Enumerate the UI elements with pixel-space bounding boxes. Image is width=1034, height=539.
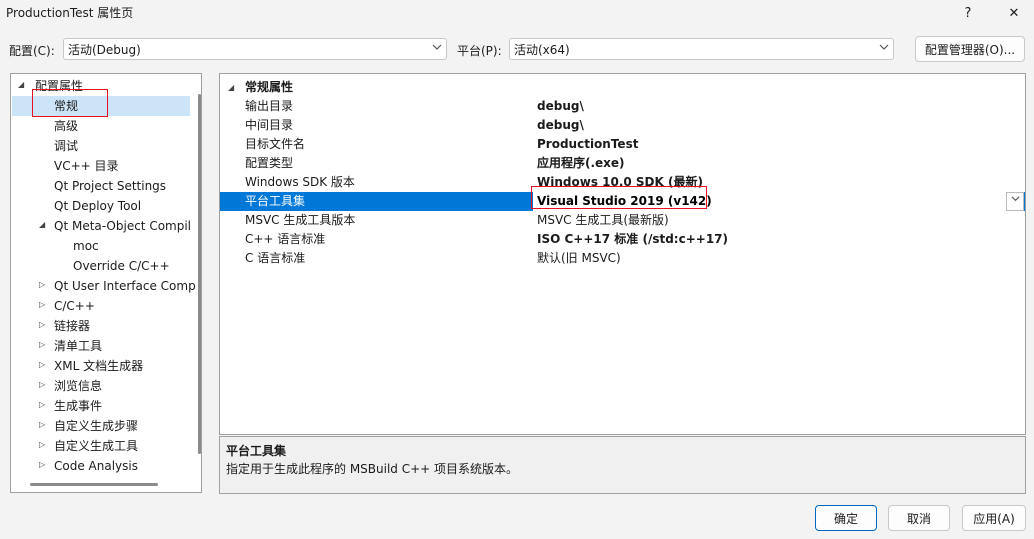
ok-button[interactable]: 确定	[815, 505, 877, 531]
tree-item-debugging[interactable]: 调试	[54, 136, 78, 156]
config-manager-button[interactable]: 配置管理器(O)...	[915, 36, 1025, 62]
section-title: 常规属性	[245, 80, 294, 94]
tree-item-c-cpp[interactable]: C/C++	[54, 296, 95, 316]
collapse-icon[interactable]: ▷	[39, 320, 45, 329]
platform-combobox[interactable]: 活动(x64)	[509, 38, 894, 60]
tree-item-vc-directories[interactable]: VC++ 目录	[54, 156, 119, 176]
property-value: MSVC 生成工具(最新版)	[537, 213, 669, 227]
config-value: 活动(Debug)	[68, 42, 141, 57]
property-name: 输出目录	[245, 99, 294, 113]
expand-icon[interactable]: ◢	[18, 80, 24, 89]
close-icon: ✕	[1008, 5, 1020, 21]
property-tree[interactable]: ◢ 配置属性 常规 高级 调试 VC++ 目录 Qt Project Setti…	[10, 73, 202, 493]
highlight-box-general	[32, 89, 108, 117]
platform-value: 活动(x64)	[514, 42, 570, 57]
property-value: ProductionTest	[537, 137, 639, 151]
tree-item-build-events[interactable]: 生成事件	[54, 396, 102, 416]
property-name: C++ 语言标准	[245, 232, 326, 246]
property-name: MSVC 生成工具版本	[245, 213, 356, 227]
property-value: ISO C++17 标准 (/std:c++17)	[537, 232, 728, 246]
property-name: Windows SDK 版本	[245, 175, 355, 189]
help-button[interactable]: ?	[948, 0, 988, 26]
tree-item-xml-doc-generator[interactable]: XML 文档生成器	[54, 356, 143, 376]
tree-item-qt-meta-object-compiler[interactable]: Qt Meta-Object Compil	[54, 216, 191, 236]
property-name: 配置类型	[245, 156, 294, 170]
tree-vertical-scrollbar[interactable]	[198, 94, 201, 454]
description-title: 平台工具集	[226, 444, 287, 458]
property-row[interactable]: MSVC 生成工具版本 MSVC 生成工具(最新版)	[220, 211, 1025, 230]
collapse-icon[interactable]: ▷	[39, 300, 45, 309]
window-title: ProductionTest 属性页	[6, 6, 134, 20]
collapse-icon[interactable]: ▷	[39, 440, 45, 449]
property-value: debug\	[537, 118, 584, 132]
expand-icon[interactable]: ◢	[228, 78, 234, 97]
tree-item-manifest-tool[interactable]: 清单工具	[54, 336, 102, 356]
config-label: 配置(C):	[9, 44, 55, 58]
property-name: 平台工具集	[245, 194, 306, 208]
property-grid[interactable]: ◢ 常规属性 输出目录 debug\ 中间目录 debug\ 目标文件名 Pro…	[219, 73, 1026, 435]
tree-item-moc[interactable]: moc	[73, 236, 99, 256]
property-value: 默认(旧 MSVC)	[537, 251, 621, 265]
collapse-icon[interactable]: ▷	[39, 380, 45, 389]
dropdown-button[interactable]	[1006, 192, 1024, 211]
cancel-button[interactable]: 取消	[888, 505, 950, 531]
tree-item-code-analysis[interactable]: Code Analysis	[54, 456, 138, 476]
property-name: 中间目录	[245, 118, 294, 132]
tree-horizontal-scrollbar[interactable]	[30, 483, 158, 486]
tree-item-advanced[interactable]: 高级	[54, 116, 78, 136]
expand-icon[interactable]: ◢	[39, 220, 45, 229]
tree-item-linker[interactable]: 链接器	[54, 316, 90, 336]
tree-item-override-cpp[interactable]: Override C/C++	[73, 256, 170, 276]
description-panel: 平台工具集 指定用于生成此程序的 MSBuild C++ 项目系统版本。	[219, 436, 1026, 494]
chevron-down-icon	[1011, 196, 1019, 202]
collapse-icon[interactable]: ▷	[39, 420, 45, 429]
highlight-box-toolset	[531, 186, 707, 209]
chevron-down-icon	[432, 42, 442, 55]
tree-item-custom-build-step[interactable]: 自定义生成步骤	[54, 416, 138, 436]
collapse-icon[interactable]: ▷	[39, 360, 45, 369]
property-row[interactable]: 中间目录 debug\	[220, 116, 1025, 135]
tree-item-qt-project-settings[interactable]: Qt Project Settings	[54, 176, 166, 196]
tree-item-qt-deploy-tool[interactable]: Qt Deploy Tool	[54, 196, 141, 216]
property-name: 目标文件名	[245, 137, 306, 151]
property-name: C 语言标准	[245, 251, 306, 265]
collapse-icon[interactable]: ▷	[39, 460, 45, 469]
property-row[interactable]: C++ 语言标准 ISO C++17 标准 (/std:c++17)	[220, 230, 1025, 249]
property-row[interactable]: 目标文件名 ProductionTest	[220, 135, 1025, 154]
collapse-icon[interactable]: ▷	[39, 340, 45, 349]
apply-button[interactable]: 应用(A)	[962, 505, 1026, 531]
tree-item-custom-build-tool[interactable]: 自定义生成工具	[54, 436, 138, 456]
tree-item-qt-ui-compiler[interactable]: Qt User Interface Comp	[54, 276, 196, 296]
config-combobox[interactable]: 活动(Debug)	[63, 38, 447, 60]
chevron-down-icon	[879, 42, 889, 55]
property-value: debug\	[537, 99, 584, 113]
description-text: 指定用于生成此程序的 MSBuild C++ 项目系统版本。	[226, 462, 519, 476]
property-row[interactable]: 配置类型 应用程序(.exe)	[220, 154, 1025, 173]
collapse-icon[interactable]: ▷	[39, 280, 45, 289]
platform-label: 平台(P):	[457, 44, 502, 58]
property-value: 应用程序(.exe)	[537, 156, 625, 170]
property-row[interactable]: C 语言标准 默认(旧 MSVC)	[220, 249, 1025, 268]
tree-item-browse-info[interactable]: 浏览信息	[54, 376, 102, 396]
title-bar: ProductionTest 属性页 ? ✕	[0, 0, 1034, 30]
close-button[interactable]: ✕	[994, 0, 1034, 26]
collapse-icon[interactable]: ▷	[39, 400, 45, 409]
grid-section-general-properties[interactable]: ◢ 常规属性	[220, 78, 1025, 97]
property-row[interactable]: 输出目录 debug\	[220, 97, 1025, 116]
